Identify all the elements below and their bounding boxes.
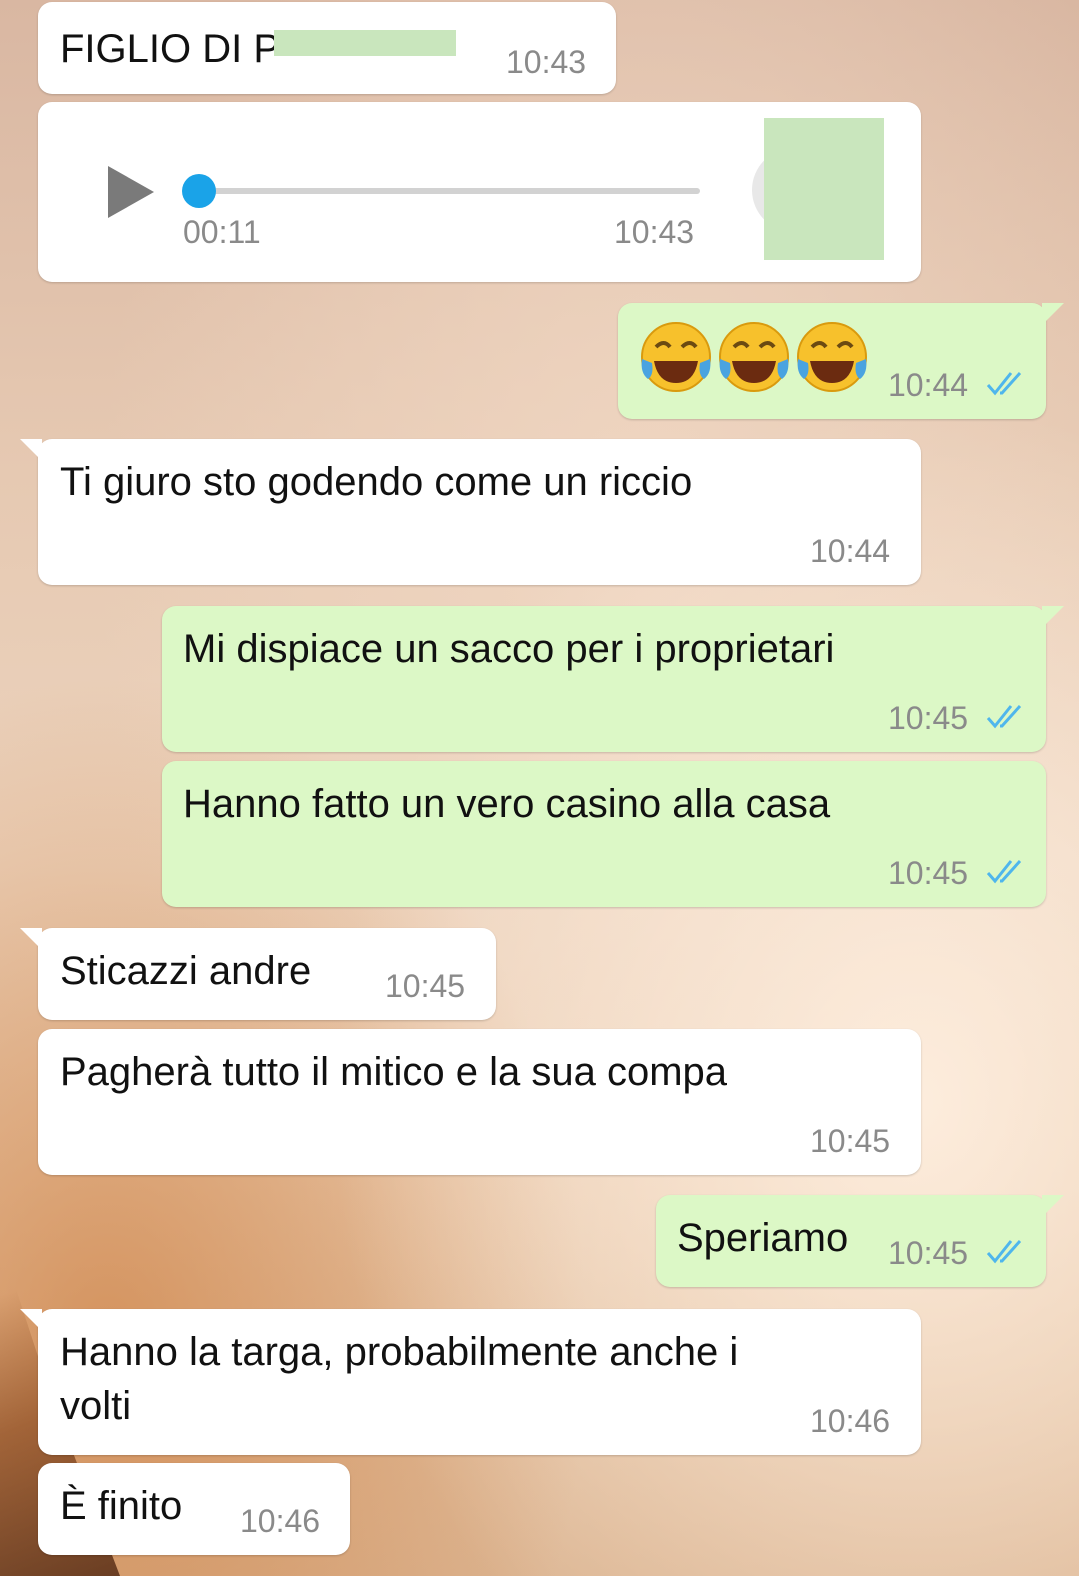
double-check-icon: [986, 371, 1026, 402]
message-outgoing[interactable]: Mi dispiace un sacco per i proprietari 1…: [162, 606, 1064, 752]
message-time: 10:46: [810, 1403, 891, 1439]
message-time: 10:45: [888, 700, 969, 736]
play-icon[interactable]: [106, 164, 156, 225]
redaction-block: [274, 30, 456, 56]
message-time: 10:46: [240, 1503, 321, 1539]
redaction-block: [764, 118, 884, 260]
message-outgoing[interactable]: Hanno fatto un vero casino alla casa 10:…: [162, 761, 1046, 907]
message-text: Mi dispiace un sacco per i proprietari: [183, 627, 835, 671]
message-incoming[interactable]: Pagherà tutto il mitico e la sua compa 1…: [38, 1029, 921, 1175]
message-outgoing[interactable]: Speriamo 10:45: [656, 1195, 1064, 1287]
message-incoming[interactable]: È finito 10:46: [38, 1463, 350, 1555]
message-text: Speriamo: [677, 1216, 849, 1260]
message-text: È finito: [60, 1484, 183, 1528]
message-time: 10:45: [888, 1235, 969, 1271]
message-text: Sticazzi andre: [60, 949, 312, 993]
message-text: FIGLIO DI P: [60, 27, 281, 71]
message-time: 10:43: [506, 44, 587, 80]
message-time: 10:45: [810, 1123, 891, 1159]
double-check-icon: [986, 859, 1026, 890]
voice-duration: 00:11: [183, 214, 261, 250]
voice-progress-track[interactable]: [198, 188, 700, 194]
double-check-icon: [986, 1239, 1026, 1270]
face-with-tears-of-joy-icon: [641, 322, 711, 392]
message-incoming[interactable]: Ti giuro sto godendo come un riccio 10:4…: [20, 439, 921, 585]
message-time: 10:45: [385, 968, 466, 1004]
message-time: 10:44: [888, 367, 969, 403]
message-text-line-2: volti: [60, 1384, 132, 1428]
message-time: 10:43: [614, 214, 695, 250]
message-text: Hanno fatto un vero casino alla casa: [183, 782, 831, 826]
message-time: 10:45: [888, 855, 969, 891]
message-text: Ti giuro sto godendo come un riccio: [60, 460, 693, 504]
message-incoming[interactable]: Hanno la targa, probabilmente anche i vo…: [20, 1309, 921, 1455]
double-check-icon: [986, 704, 1026, 735]
message-incoming[interactable]: Sticazzi andre 10:45: [20, 928, 496, 1020]
voice-progress-thumb[interactable]: [182, 174, 216, 208]
voice-message[interactable]: 00:11 10:43: [38, 102, 921, 282]
message-outgoing[interactable]: 10:44: [618, 303, 1064, 419]
message-text: Pagherà tutto il mitico e la sua compa: [60, 1050, 728, 1094]
message-text-line-1: Hanno la targa, probabilmente anche i: [60, 1330, 739, 1374]
emoji-row: [638, 319, 878, 395]
message-time: 10:44: [810, 533, 891, 569]
message-incoming[interactable]: FIGLIO DI P 10:43: [38, 2, 616, 94]
